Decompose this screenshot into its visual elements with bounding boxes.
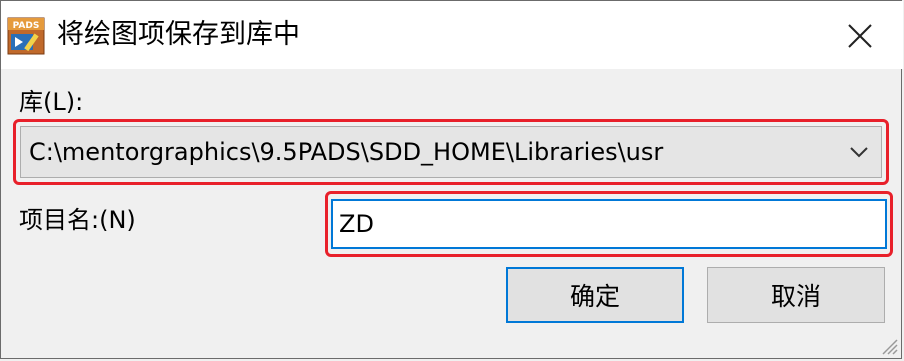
save-drawing-item-dialog: PADS 将绘图项保存到库中 库(L): C:\mentorgraphics\9… (0, 0, 903, 359)
resize-grip-icon[interactable] (877, 334, 899, 356)
item-name-label: 项目名:(N) (19, 206, 136, 234)
app-icon-text: PADS (13, 21, 40, 31)
ok-button[interactable]: 确定 (506, 267, 684, 323)
item-name-highlight-box (325, 191, 893, 257)
close-button[interactable] (827, 9, 893, 63)
title-bar: PADS 将绘图项保存到库中 (1, 1, 903, 69)
library-highlight-box (13, 119, 889, 185)
close-icon (848, 24, 872, 48)
dialog-title: 将绘图项保存到库中 (57, 19, 300, 50)
pads-app-icon: PADS (7, 17, 45, 55)
library-label: 库(L): (19, 88, 84, 116)
cancel-button[interactable]: 取消 (707, 267, 885, 323)
